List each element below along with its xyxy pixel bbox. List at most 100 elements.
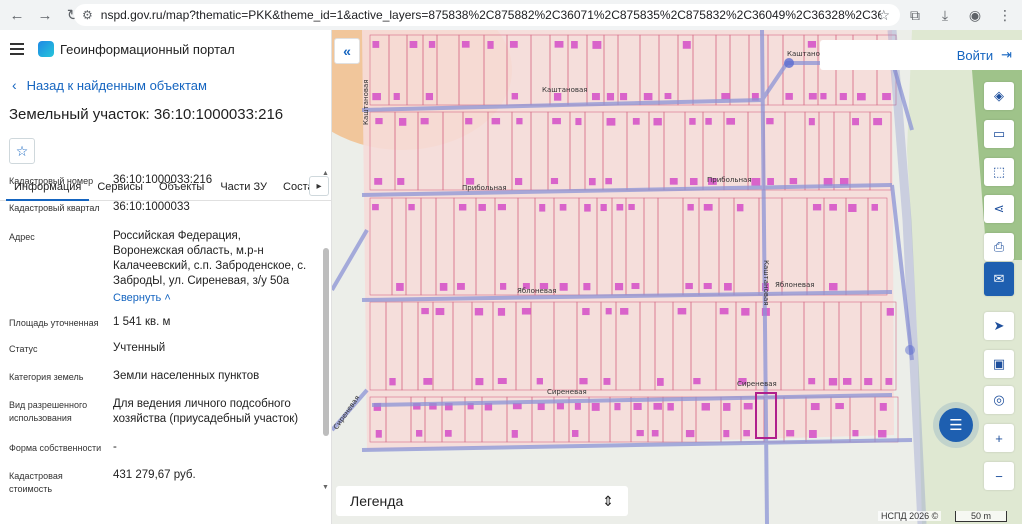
location-button[interactable]: ➤ xyxy=(984,312,1014,340)
ruler-icon: ▭ xyxy=(992,126,1006,141)
building xyxy=(766,118,774,125)
prop-label: Категория земель xyxy=(9,372,84,382)
expand-icon: ⇕ xyxy=(602,492,614,509)
map-view[interactable]: Каштановая Каштано Прибольная Прибольная… xyxy=(332,30,1022,524)
building xyxy=(871,204,878,211)
scroll-up-icon[interactable]: ▲ xyxy=(322,170,329,177)
building xyxy=(497,308,506,316)
building xyxy=(677,308,687,315)
share-button[interactable]: ⋖ xyxy=(984,195,1014,223)
building xyxy=(767,178,774,186)
back-to-results-link[interactable]: ‹ Назад к найденным объектам xyxy=(0,68,331,102)
location-icon: ➤ xyxy=(993,318,1005,333)
building xyxy=(843,378,852,385)
building xyxy=(521,308,531,315)
collapse-panel-button[interactable]: « xyxy=(334,38,360,64)
prop-value: 431 279,67 руб. xyxy=(113,469,196,481)
building xyxy=(399,118,407,126)
building xyxy=(664,93,672,100)
legend-label: Легенда xyxy=(350,493,404,509)
building xyxy=(848,204,857,212)
select-area-button[interactable]: ⬚ xyxy=(984,158,1014,186)
prop-label: Статус xyxy=(9,344,38,354)
street-label-sirenevaya-right: Сиреневая xyxy=(737,380,777,388)
browser-toolbar: ← → ↻ ⚙ nspd.gov.ru/map?thematic=PKK&the… xyxy=(0,0,1022,30)
building xyxy=(600,204,607,212)
building xyxy=(457,283,465,290)
building xyxy=(421,308,429,315)
ruler-button[interactable]: ▭ xyxy=(984,120,1014,148)
panel-scrollbar[interactable]: ▲ ▼ xyxy=(322,170,329,494)
collapse-link[interactable]: Свернуть ˄ xyxy=(113,291,171,306)
building xyxy=(389,378,396,386)
prop-value: 36:10:1000033 xyxy=(113,201,190,213)
print-button[interactable]: ⎙ xyxy=(984,233,1014,261)
building xyxy=(605,308,612,315)
select-area-icon: ⬚ xyxy=(992,164,1006,179)
back-arrow-icon[interactable]: ← xyxy=(6,4,28,26)
scrollbar-thumb[interactable] xyxy=(323,248,329,436)
building xyxy=(653,403,662,410)
building xyxy=(786,430,795,437)
building xyxy=(885,378,893,385)
minimap-icon: ▣ xyxy=(992,356,1006,371)
favorite-button[interactable]: ☆ xyxy=(9,138,35,164)
map-canvas[interactable]: Каштановая Каштано Прибольная Прибольная… xyxy=(332,30,1022,524)
forward-arrow-icon[interactable]: → xyxy=(34,4,56,26)
building xyxy=(474,308,484,316)
building xyxy=(864,378,873,386)
building xyxy=(393,93,400,100)
building xyxy=(592,41,602,49)
building xyxy=(509,41,518,48)
building xyxy=(574,403,581,410)
menu-icon[interactable] xyxy=(10,43,24,55)
zoom-out-button[interactable]: − xyxy=(984,462,1014,490)
building xyxy=(743,403,753,410)
prop-value: Учтенный xyxy=(113,342,166,354)
chat-button[interactable]: ☰ xyxy=(939,408,973,442)
search-location-button[interactable]: ◎ xyxy=(984,386,1014,414)
star-icon: ☆ xyxy=(15,142,29,159)
feedback-button[interactable]: ✉ xyxy=(984,262,1014,296)
login-button[interactable]: Войти ⇥ xyxy=(820,40,1022,70)
building xyxy=(631,283,640,290)
extensions-icon[interactable]: ⧉ xyxy=(904,4,926,26)
download-icon[interactable]: ⤓ xyxy=(934,4,956,26)
building xyxy=(461,41,470,48)
building xyxy=(500,283,507,290)
building xyxy=(616,204,624,211)
zoom-in-button[interactable]: + xyxy=(984,424,1014,452)
address-bar[interactable]: ⚙ nspd.gov.ru/map?thematic=PKK&theme_id=… xyxy=(74,4,900,26)
building xyxy=(475,378,484,386)
scroll-down-icon[interactable]: ▼ xyxy=(322,484,329,491)
site-info-icon[interactable]: ⚙ xyxy=(82,8,93,22)
bookmark-star-icon[interactable]: ☆ xyxy=(877,7,890,24)
building xyxy=(439,283,448,291)
profile-icon[interactable]: ◉ xyxy=(964,4,986,26)
building xyxy=(584,204,591,212)
building xyxy=(614,283,624,291)
building xyxy=(807,41,817,48)
login-icon: ⇥ xyxy=(1001,47,1012,62)
prop-label: Кадастровая стоимость xyxy=(9,471,63,494)
layers-button[interactable]: ◈ xyxy=(984,82,1014,110)
building xyxy=(374,178,383,185)
building xyxy=(693,378,701,385)
building xyxy=(669,178,678,185)
properties-list: Кадастровый номер 36:10:1000033:216 Када… xyxy=(0,170,322,494)
building xyxy=(591,93,600,101)
building xyxy=(375,118,383,125)
building xyxy=(372,41,380,48)
legend-bar[interactable]: Легенда ⇕ xyxy=(336,486,628,516)
building xyxy=(396,283,404,291)
building xyxy=(478,204,486,211)
building xyxy=(536,378,543,385)
building xyxy=(605,178,612,185)
login-label: Войти xyxy=(956,47,994,63)
feedback-icon: ✉ xyxy=(993,271,1005,286)
building xyxy=(808,118,815,126)
building xyxy=(812,204,822,211)
minimap-button[interactable]: ▣ xyxy=(984,350,1014,378)
building xyxy=(721,93,730,100)
menu-dots-icon[interactable]: ⋮ xyxy=(994,4,1016,26)
